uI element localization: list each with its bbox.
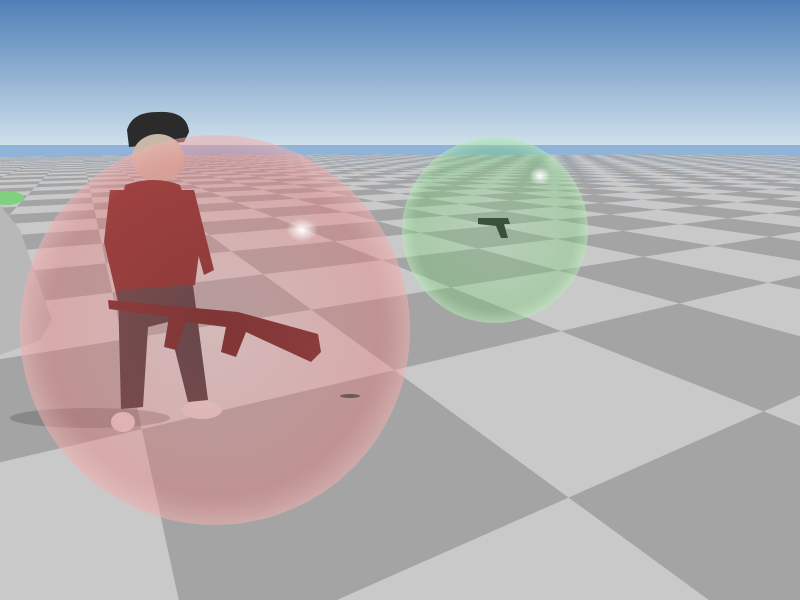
green-zone-highlight xyxy=(529,167,551,185)
ground-marker xyxy=(340,394,360,398)
green-pickup-zone xyxy=(402,137,588,323)
sky xyxy=(0,0,800,145)
red-zone-highlight xyxy=(286,218,318,242)
game-viewport[interactable] xyxy=(0,0,800,600)
red-detection-zone xyxy=(20,135,410,525)
